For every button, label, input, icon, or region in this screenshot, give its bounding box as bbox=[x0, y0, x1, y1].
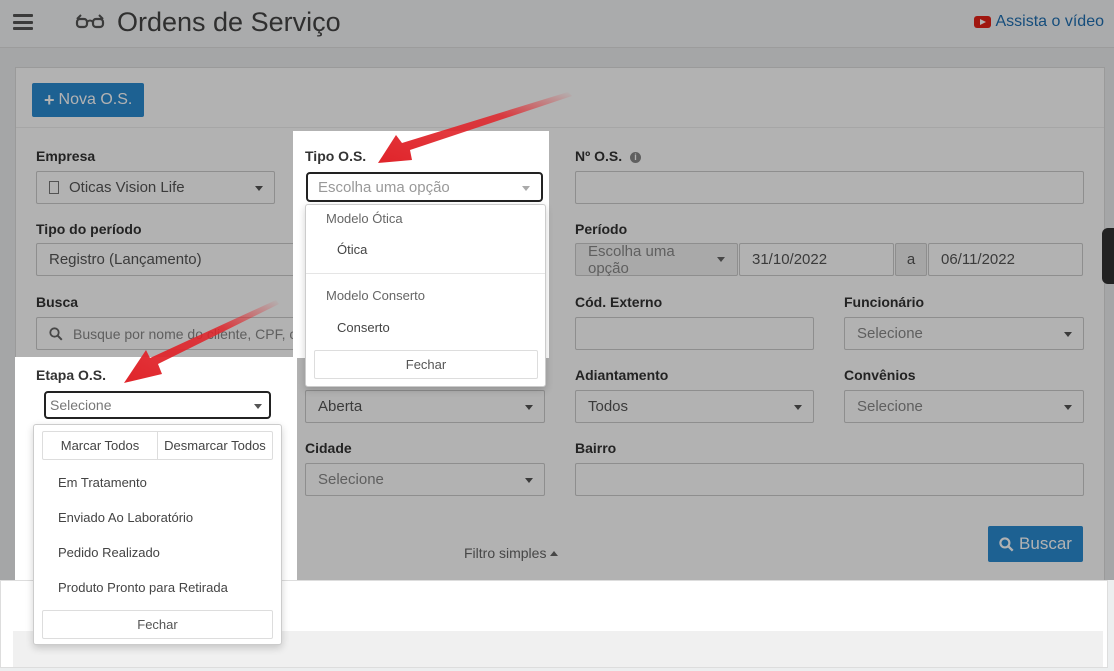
tipo-os-select[interactable]: Escolha uma opção bbox=[306, 172, 543, 202]
etapa-option[interactable]: Em Tratamento bbox=[58, 475, 147, 490]
tipo-os-close-button[interactable]: Fechar bbox=[314, 350, 538, 379]
etapa-os-value: Selecione bbox=[50, 397, 112, 413]
etapa-option[interactable]: Pedido Realizado bbox=[58, 545, 160, 560]
etapa-option[interactable]: Produto Pronto para Retirada bbox=[58, 580, 228, 595]
side-tab[interactable] bbox=[1102, 228, 1114, 284]
option-group-label: Modelo Ótica bbox=[326, 211, 403, 226]
chevron-down-icon bbox=[522, 186, 530, 191]
divider bbox=[306, 273, 545, 274]
option-group-label: Modelo Conserto bbox=[326, 288, 425, 303]
chevron-down-icon bbox=[254, 404, 262, 409]
tipo-os-placeholder: Escolha uma opção bbox=[318, 178, 450, 196]
etapa-option[interactable]: Enviado Ao Laboratório bbox=[58, 510, 193, 525]
tipo-os-dropdown: Modelo Ótica Ótica Modelo Conserto Conse… bbox=[305, 204, 546, 387]
option-conserto[interactable]: Conserto bbox=[337, 320, 390, 335]
tipo-os-label: Tipo O.S. bbox=[305, 148, 367, 164]
etapa-os-select[interactable]: Selecione bbox=[44, 391, 271, 419]
etapa-close-button[interactable]: Fechar bbox=[42, 610, 273, 639]
option-otica[interactable]: Ótica bbox=[337, 242, 367, 257]
etapa-os-dropdown: Marcar Todos Desmarcar Todos Em Tratamen… bbox=[33, 424, 282, 645]
etapa-os-label: Etapa O.S. bbox=[36, 367, 107, 383]
select-all-button[interactable]: Marcar Todos bbox=[42, 431, 158, 460]
deselect-all-button[interactable]: Desmarcar Todos bbox=[157, 431, 273, 460]
